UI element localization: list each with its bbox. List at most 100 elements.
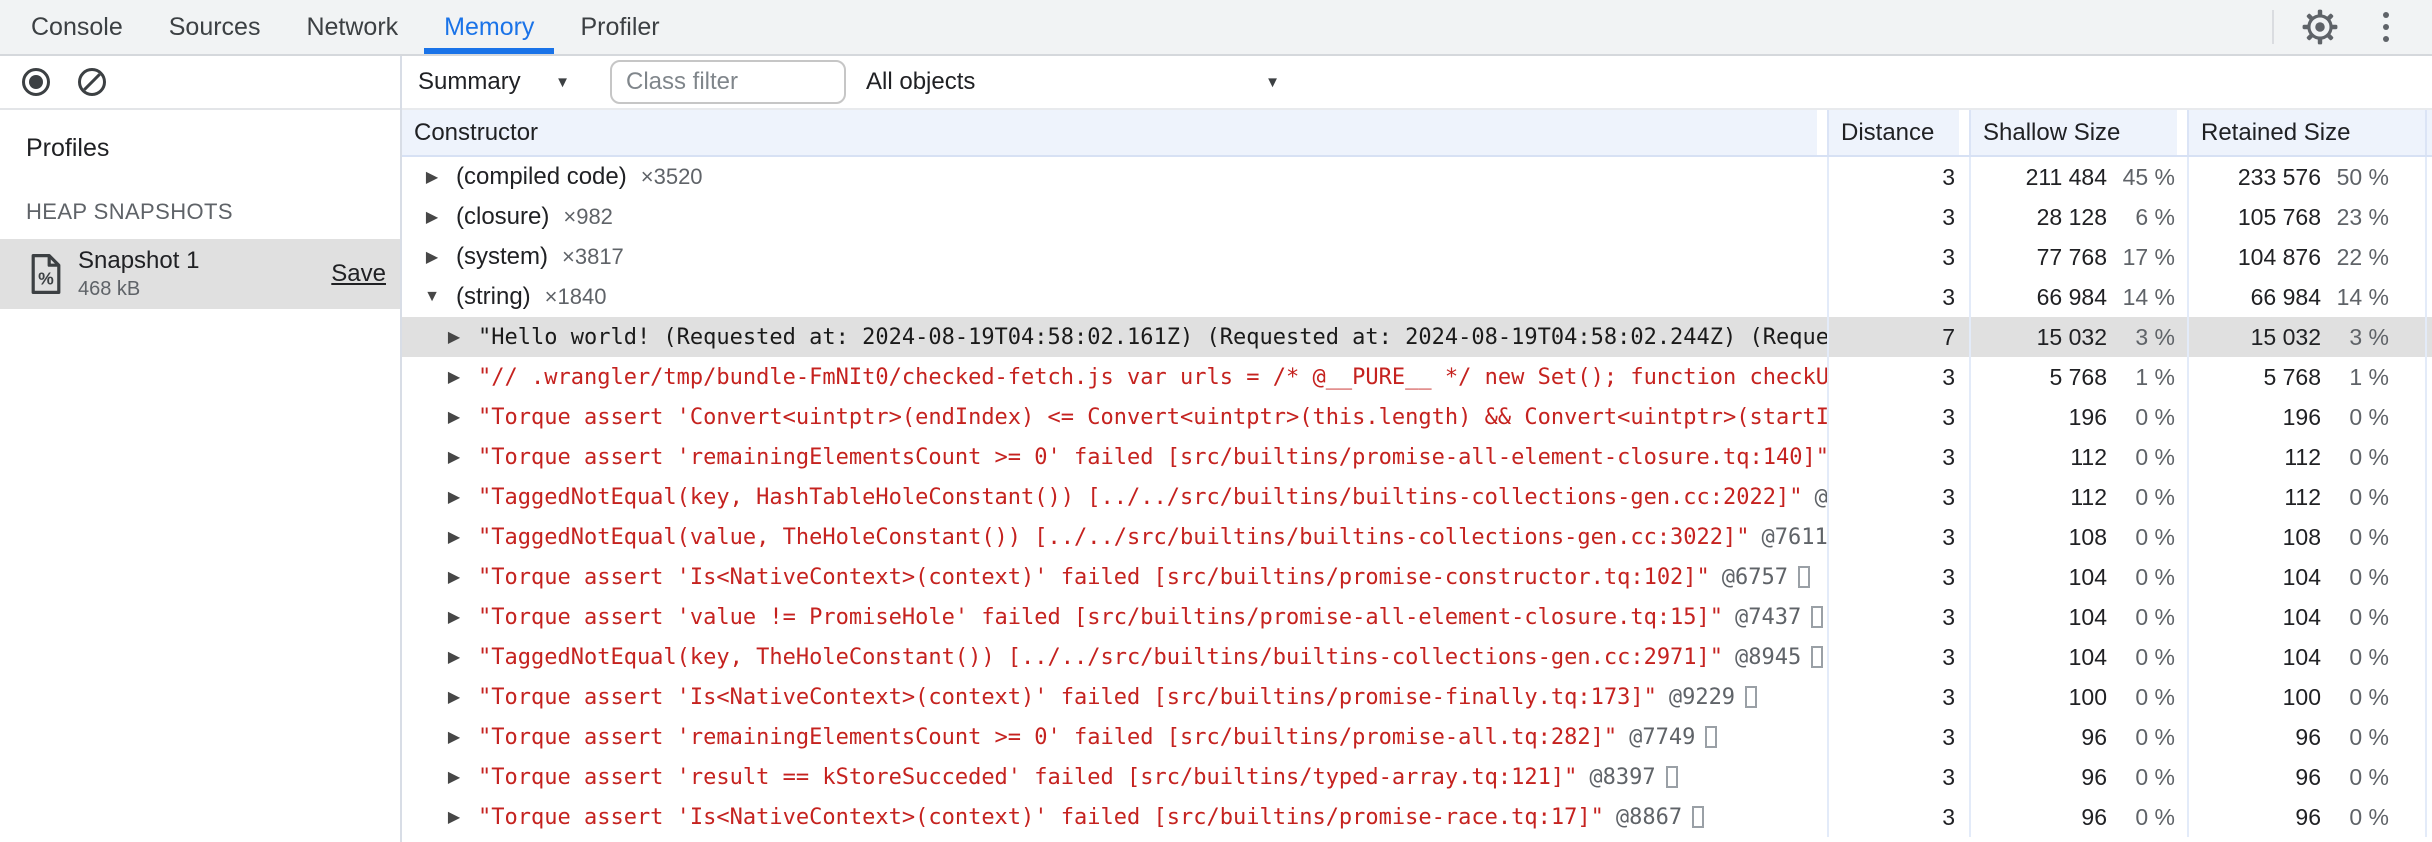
- tab-profiler[interactable]: Profiler: [560, 0, 679, 54]
- shallow-size-value: 211 484: [2025, 163, 2107, 190]
- expand-arrow-icon[interactable]: ▶: [440, 327, 468, 347]
- retained-size-value: 104: [2282, 563, 2321, 590]
- retained-size-percent: 14 %: [2336, 283, 2389, 310]
- column-header-distance[interactable]: Distance: [1827, 110, 1969, 155]
- tab-console[interactable]: Console: [11, 0, 143, 54]
- expand-arrow-icon[interactable]: ▶: [440, 567, 468, 587]
- grid-row-string[interactable]: ▶ "TaggedNotEqual(key, TheHoleConstant())…: [402, 637, 2432, 677]
- string-preview: "Torque assert 'Convert<uintptr>(endInde…: [478, 404, 1827, 430]
- row-gutter: [2427, 477, 2432, 517]
- tab-network[interactable]: Network: [286, 0, 418, 54]
- expand-arrow-icon[interactable]: ▶: [440, 447, 468, 467]
- grid-row-string[interactable]: ▶ "TaggedNotEqual(value, TheHoleConstant(…: [402, 517, 2432, 557]
- distance-cell: 3: [1827, 557, 1969, 597]
- kebab-menu-icon[interactable]: [2366, 7, 2406, 47]
- objects-scope-select[interactable]: All objects ▼: [866, 68, 1280, 96]
- grid-row-string[interactable]: ▶ "Torque assert 'value != PromiseHole' f…: [402, 597, 2432, 637]
- string-preview: "Torque assert 'Is<NativeContext>(contex…: [478, 564, 1710, 590]
- shallow-size-percent: 0 %: [2135, 523, 2175, 550]
- collapse-arrow-icon[interactable]: ▼: [418, 288, 446, 306]
- profiles-heading: Profiles: [26, 134, 110, 162]
- column-header-constructor[interactable]: Constructor: [402, 110, 1827, 155]
- shallow-size-value: 96: [2081, 723, 2107, 750]
- retained-size-cell: 108 0 %: [2187, 517, 2427, 557]
- grid-row-string[interactable]: ▶ "Torque assert 'result == kStoreSuccede…: [402, 757, 2432, 797]
- distance-cell: 3: [1827, 677, 1969, 717]
- shallow-size-cell: 112 0 %: [1969, 437, 2187, 477]
- retained-size-cell: 104 876 22 %: [2187, 237, 2427, 277]
- retained-size-percent: 0 %: [2349, 603, 2389, 630]
- retained-size-percent: 0 %: [2349, 803, 2389, 830]
- expand-arrow-icon[interactable]: ▶: [440, 767, 468, 787]
- grid-row-string[interactable]: ▶ "Torque assert 'remainingElementsCount …: [402, 717, 2432, 757]
- expand-arrow-icon[interactable]: ▶: [440, 687, 468, 707]
- shallow-size-value: 28 128: [2036, 203, 2107, 230]
- grid-row-string[interactable]: ▶ "Torque assert 'Is<NativeContext>(conte…: [402, 557, 2432, 597]
- distance-cell: 3: [1827, 797, 1969, 837]
- grid-row-string[interactable]: ▶ "// .wrangler/tmp/bundle-FmNIt0/checked…: [402, 357, 2432, 397]
- tab-memory[interactable]: Memory: [424, 0, 555, 54]
- shallow-size-cell: 100 0 %: [1969, 677, 2187, 717]
- grid-row-string[interactable]: ▶ "TaggedNotEqual(key, HashTableHoleConst…: [402, 477, 2432, 517]
- row-gutter: [2427, 357, 2432, 397]
- instance-count: ×3520: [640, 164, 703, 189]
- expand-arrow-icon[interactable]: ▶: [440, 487, 468, 507]
- grid-row-category[interactable]: ▼ (string) ×1840 3 66 984 14 % 66 984 14 %: [402, 277, 2432, 317]
- snapshot-list-item[interactable]: % Snapshot 1 468 kB Save: [0, 239, 400, 309]
- shallow-size-cell: 77 768 17 %: [1969, 237, 2187, 277]
- retained-size-percent: 23 %: [2336, 203, 2389, 230]
- shallow-size-value: 196: [2068, 403, 2107, 430]
- expand-arrow-icon[interactable]: ▶: [440, 727, 468, 747]
- constructor-cell: ▶ "Torque assert 'value != PromiseHole' f…: [402, 597, 1827, 637]
- grid-row-category[interactable]: ▶ (system) ×3817 3 77 768 17 % 104 876 22 %: [402, 237, 2432, 277]
- shallow-size-percent: 0 %: [2135, 683, 2175, 710]
- retained-size-cell: 96 0 %: [2187, 717, 2427, 757]
- column-header-shallow-size[interactable]: Shallow Size: [1969, 110, 2187, 155]
- devtools-window: ConsoleSourcesNetworkMemoryProfiler: [0, 0, 2432, 842]
- record-icon[interactable]: [22, 68, 50, 96]
- gear-icon[interactable]: [2300, 7, 2340, 47]
- grid-row-string[interactable]: ▶ "Torque assert 'remainingElementsCount …: [402, 437, 2432, 477]
- expand-arrow-icon[interactable]: ▶: [440, 607, 468, 627]
- class-filter-input[interactable]: [610, 60, 846, 104]
- expand-arrow-icon[interactable]: ▶: [418, 167, 446, 187]
- distance-cell: 3: [1827, 157, 1969, 197]
- expand-arrow-icon[interactable]: ▶: [440, 807, 468, 827]
- retained-size-percent: 0 %: [2349, 563, 2389, 590]
- retained-size-cell: 233 576 50 %: [2187, 157, 2427, 197]
- shallow-size-percent: 0 %: [2135, 803, 2175, 830]
- retained-size-percent: 0 %: [2349, 723, 2389, 750]
- heap-snapshot-grid: Constructor Distance Shallow Size Retain…: [402, 110, 2432, 842]
- tab-sources[interactable]: Sources: [149, 0, 281, 54]
- grid-row-category[interactable]: ▶ (compiled code) ×3520 3 211 484 45 % 233 576…: [402, 157, 2432, 197]
- retained-size-cell: 5 768 1 %: [2187, 357, 2427, 397]
- perspective-select[interactable]: Summary ▼: [418, 68, 570, 96]
- expand-arrow-icon[interactable]: ▶: [418, 247, 446, 267]
- shallow-size-cell: 15 032 3 %: [1969, 317, 2187, 357]
- row-gutter: [2427, 157, 2432, 197]
- clear-icon[interactable]: [78, 68, 106, 96]
- row-gutter: [2427, 437, 2432, 477]
- expand-arrow-icon[interactable]: ▶: [418, 207, 446, 227]
- row-gutter: [2427, 677, 2432, 717]
- retained-size-value: 108: [2282, 523, 2321, 550]
- shallow-size-percent: 0 %: [2135, 563, 2175, 590]
- grid-row-string[interactable]: ▶ "Torque assert 'Is<NativeContext>(conte…: [402, 677, 2432, 717]
- column-header-retained-size[interactable]: Retained Size: [2187, 110, 2427, 155]
- grid-row-category[interactable]: ▶ (closure) ×982 3 28 128 6 % 105 768 23 %: [402, 197, 2432, 237]
- shallow-size-percent: 17 %: [2122, 243, 2175, 270]
- expand-arrow-icon[interactable]: ▶: [440, 647, 468, 667]
- grid-row-string[interactable]: ▶ "Torque assert 'Is<NativeContext>(conte…: [402, 797, 2432, 837]
- save-link[interactable]: Save: [331, 260, 386, 288]
- distance-cell: 3: [1827, 357, 1969, 397]
- retained-size-value: 96: [2295, 723, 2321, 750]
- expand-arrow-icon[interactable]: ▶: [440, 407, 468, 427]
- expand-arrow-icon[interactable]: ▶: [440, 367, 468, 387]
- shallow-size-cell: 112 0 %: [1969, 477, 2187, 517]
- string-preview: "Torque assert 'value != PromiseHole' fa…: [478, 604, 1724, 630]
- grid-row-string[interactable]: ▶ "Hello world! (Requested at: 2024-08-19…: [402, 317, 2432, 357]
- grid-row-string[interactable]: ▶ "Torque assert 'Convert<uintptr>(endInd…: [402, 397, 2432, 437]
- expand-arrow-icon[interactable]: ▶: [440, 527, 468, 547]
- constructor-name: (system): [456, 243, 548, 270]
- svg-text:%: %: [38, 268, 54, 288]
